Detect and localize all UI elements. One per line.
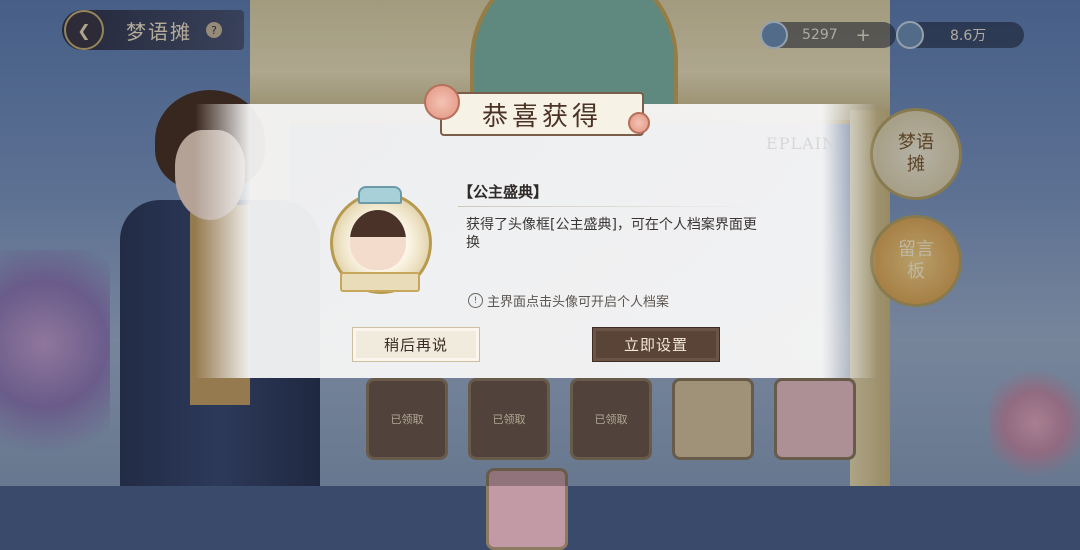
frame-base — [340, 272, 420, 292]
title-ribbon: 恭喜获得 — [440, 92, 644, 136]
divider — [458, 206, 764, 207]
dialog-title: 恭喜获得 — [481, 101, 602, 132]
rose-icon — [424, 84, 460, 120]
dialog-watermark: EPLAIN — [766, 134, 837, 153]
item-description: 获得了头像框[公主盛典]，可在个人档案界面更换 — [466, 217, 757, 251]
avatar-frame-image — [322, 186, 432, 302]
later-button[interactable]: 稍后再说 — [352, 327, 480, 362]
crown-icon — [358, 186, 402, 204]
set-now-button[interactable]: 立即设置 — [592, 327, 720, 362]
info-icon: ! — [468, 293, 483, 308]
item-name: 【公主盛典】 — [458, 183, 549, 201]
hint-row: ! 主界面点击头像可开启个人档案 — [468, 291, 669, 310]
hint-text: 主界面点击头像可开启个人档案 — [487, 295, 670, 310]
avatar-portrait — [350, 210, 406, 270]
petal-icon — [628, 112, 650, 134]
dialog-title-banner: 恭喜获得 — [418, 84, 662, 140]
